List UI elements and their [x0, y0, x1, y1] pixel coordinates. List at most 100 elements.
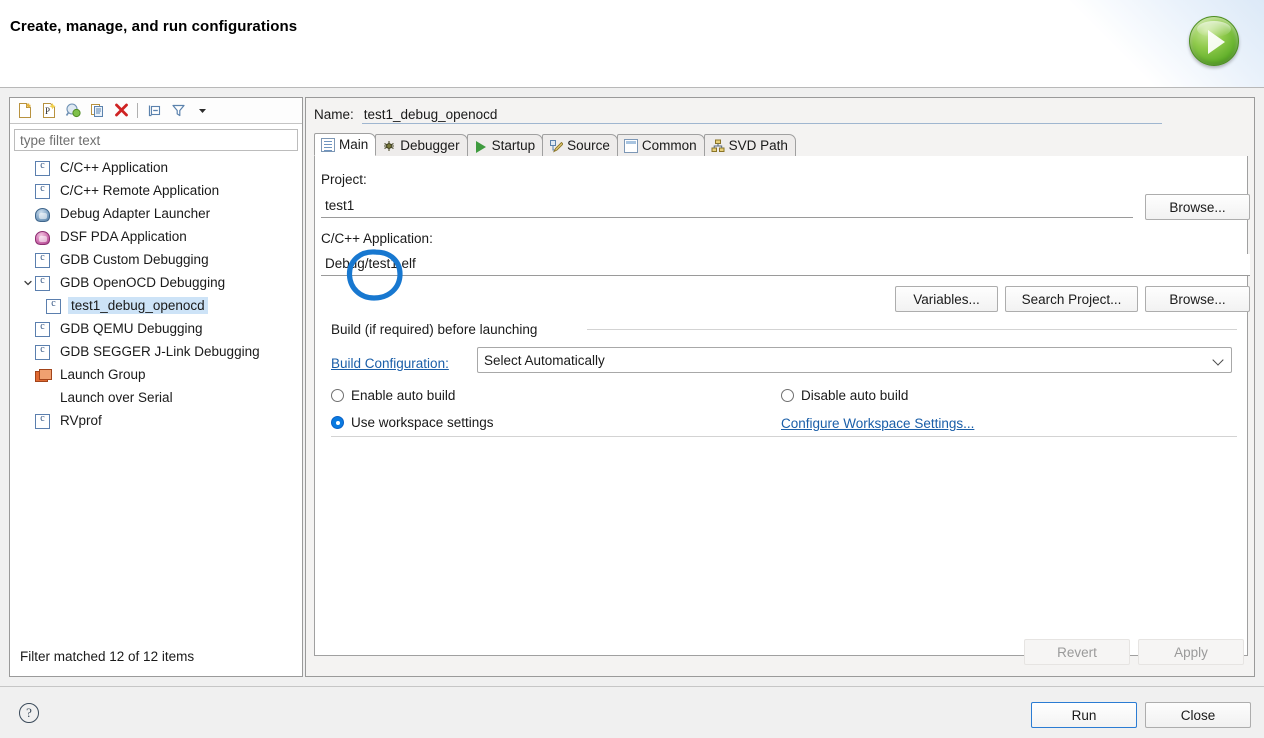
name-row: Name: [314, 107, 1162, 124]
search-input[interactable] [14, 129, 298, 151]
tree-item-dsf-pda-application[interactable]: DSF PDA Application [11, 225, 301, 248]
browse-application-button[interactable]: Browse... [1145, 286, 1250, 312]
footer-separator [0, 686, 1264, 687]
configuration-editor-panel: Name: Main Debugger Startup [305, 97, 1255, 677]
dialog-header: Create, manage, and run configurations [0, 0, 1264, 88]
c-file-icon [35, 321, 51, 337]
tab-label: Common [642, 138, 697, 153]
collapse-all-icon[interactable] [142, 100, 166, 122]
main-tab-content: Project: Browse... C/C++ Application: Va… [314, 156, 1248, 656]
duplicate-glyph [89, 102, 106, 119]
tab-label: Debugger [400, 138, 459, 153]
close-button[interactable]: Close [1145, 702, 1251, 728]
project-input[interactable] [321, 196, 1133, 218]
help-question-icon[interactable]: ? [19, 703, 39, 723]
run-button[interactable]: Run [1031, 702, 1137, 728]
spider-icon [382, 139, 396, 153]
tree-item-label: C/C++ Remote Application [57, 182, 222, 199]
left-toolbar: P [10, 98, 302, 124]
group-separator [587, 329, 1237, 330]
tree-item-label: GDB OpenOCD Debugging [57, 274, 228, 291]
collapse-glyph [146, 102, 163, 119]
c-file-icon [46, 298, 62, 314]
tree-item-debug-adapter-launcher[interactable]: Debug Adapter Launcher [11, 202, 301, 225]
c-file-icon [35, 160, 51, 176]
chevron-down-icon [196, 104, 209, 117]
c-file-icon [35, 413, 51, 429]
page-title: Create, manage, and run configurations [10, 18, 297, 35]
new-prototype-icon[interactable]: P [37, 100, 61, 122]
group-bottom-separator [331, 436, 1237, 437]
radio-label: Disable auto build [801, 388, 908, 403]
tree-item-launch-group[interactable]: Launch Group [11, 363, 301, 386]
chevron-down-icon [1212, 354, 1223, 365]
c-file-icon [35, 252, 51, 268]
red-x-glyph [113, 102, 130, 119]
green-play-icon [474, 139, 488, 153]
tab-startup[interactable]: Startup [467, 134, 544, 156]
view-menu-icon[interactable] [190, 100, 214, 122]
radio-disable-auto-build[interactable]: Disable auto build [781, 388, 908, 403]
toolbar-divider [137, 103, 138, 118]
project-browse-button[interactable]: Browse... [1145, 194, 1250, 220]
bug-icon [35, 206, 51, 222]
source-edit-icon [549, 139, 563, 153]
tree-item-label: GDB QEMU Debugging [57, 320, 206, 337]
apply-button[interactable]: Apply [1138, 639, 1244, 665]
tab-debugger[interactable]: Debugger [375, 134, 467, 156]
new-proto-glyph: P [41, 102, 58, 119]
c-file-icon [35, 183, 51, 199]
filter-icon[interactable] [166, 100, 190, 122]
radio-enable-auto-build[interactable]: Enable auto build [331, 388, 455, 403]
tree-item-c-cpp-application[interactable]: C/C++ Application [11, 156, 301, 179]
launch-config-tree[interactable]: C/C++ Application C/C++ Remote Applicati… [11, 156, 301, 636]
tree-item-rvprof[interactable]: RVprof [11, 409, 301, 432]
build-configuration-link[interactable]: Build Configuration: [331, 356, 449, 371]
tab-label: Source [567, 138, 610, 153]
radio-indicator-selected [331, 416, 344, 429]
chevron-down-icon[interactable] [21, 271, 35, 294]
name-label: Name: [314, 107, 354, 122]
tab-label: Main [339, 137, 368, 152]
tab-svd-path[interactable]: SVD Path [704, 134, 796, 156]
tree-item-c-cpp-remote-application[interactable]: C/C++ Remote Application [11, 179, 301, 202]
export-icon[interactable] [61, 100, 85, 122]
tree-item-gdb-openocd-debugging[interactable]: GDB OpenOCD Debugging [11, 271, 301, 294]
new-launch-configuration-icon[interactable] [13, 100, 37, 122]
radio-indicator [781, 389, 794, 402]
search-project-button[interactable]: Search Project... [1005, 286, 1138, 312]
configuration-name-input[interactable] [362, 107, 1162, 124]
tab-source[interactable]: Source [542, 134, 618, 156]
svg-text:P: P [45, 106, 50, 116]
funnel-glyph [170, 102, 187, 119]
configure-workspace-settings-link[interactable]: Configure Workspace Settings... [781, 416, 974, 431]
tree-item-launch-over-serial[interactable]: Launch over Serial [11, 386, 301, 409]
application-label: C/C++ Application: [321, 231, 433, 246]
tree-item-label: RVprof [57, 412, 105, 429]
revert-button[interactable]: Revert [1024, 639, 1130, 665]
application-input[interactable] [321, 254, 1250, 276]
tree-item-gdb-segger-jlink-debugging[interactable]: GDB SEGGER J-Link Debugging [11, 340, 301, 363]
radio-use-workspace-settings[interactable]: Use workspace settings [331, 415, 494, 430]
delete-icon[interactable] [109, 100, 133, 122]
c-file-icon [35, 275, 51, 291]
variables-button[interactable]: Variables... [895, 286, 998, 312]
tab-label: Startup [492, 138, 536, 153]
document-icon [321, 138, 335, 152]
duplicate-icon[interactable] [85, 100, 109, 122]
tree-item-label: test1_debug_openocd [68, 297, 208, 314]
export-glyph [65, 102, 82, 119]
tree-item-test1-debug-openocd[interactable]: test1_debug_openocd [11, 294, 301, 317]
new-doc-glyph [17, 102, 34, 119]
tab-common[interactable]: Common [617, 134, 705, 156]
common-window-icon [624, 139, 638, 153]
tree-item-gdb-custom-debugging[interactable]: GDB Custom Debugging [11, 248, 301, 271]
tree-item-gdb-qemu-debugging[interactable]: GDB QEMU Debugging [11, 317, 301, 340]
tree-item-label: GDB Custom Debugging [57, 251, 212, 268]
build-configuration-combo[interactable]: Select Automatically [477, 347, 1232, 373]
tree-item-label: C/C++ Application [57, 159, 171, 176]
run-play-badge-icon [1189, 16, 1239, 66]
tab-main[interactable]: Main [314, 133, 376, 156]
radio-indicator [331, 389, 344, 402]
build-configuration-value: Select Automatically [484, 353, 605, 368]
